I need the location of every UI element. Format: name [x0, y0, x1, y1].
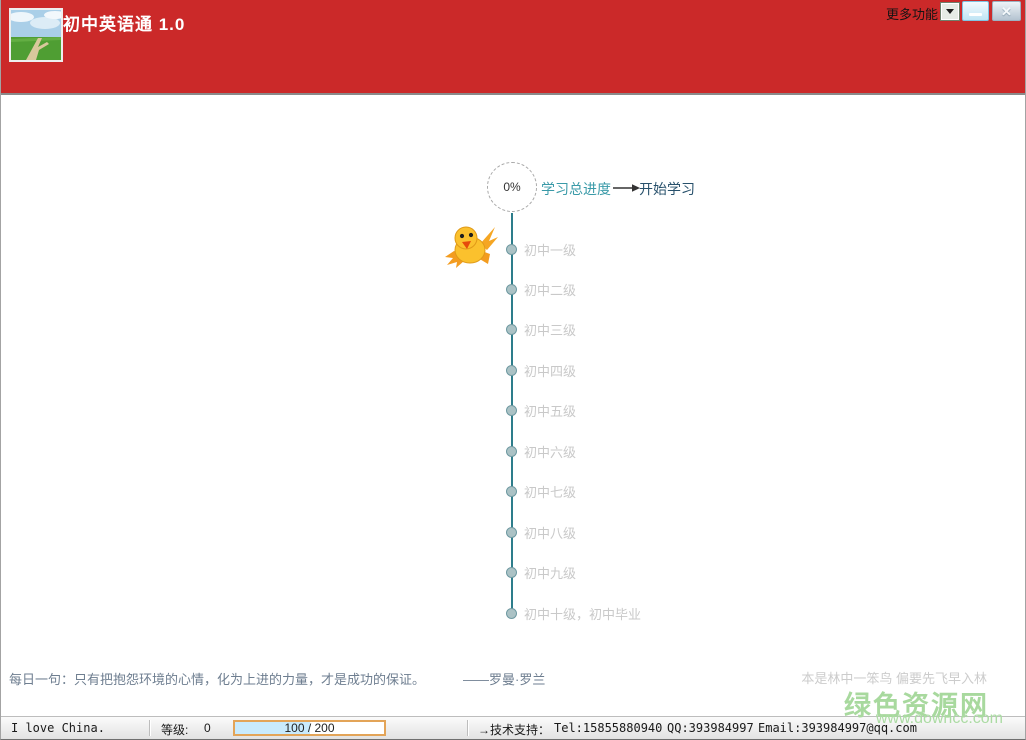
level-dot-icon	[506, 365, 517, 376]
timeline-level-item[interactable]: 初中九级	[506, 565, 576, 581]
experience-progress-bar: 100 / 200	[233, 720, 386, 736]
close-icon: ✕	[1001, 5, 1012, 18]
chick-icon	[443, 224, 501, 269]
level-label: 初中六级	[524, 442, 576, 461]
timeline-level-item[interactable]: 初中五级	[506, 403, 576, 419]
timeline-level-item[interactable]: 初中六级	[506, 443, 576, 459]
level-value: 0	[204, 721, 211, 735]
timeline-level-item[interactable]: 初中八级	[506, 524, 576, 540]
statusbar-divider	[467, 720, 469, 736]
level-label: 初中八级	[524, 523, 576, 542]
daily-quote-prefix: 每日一句：	[9, 672, 74, 687]
more-features-dropdown-button[interactable]	[940, 2, 960, 21]
more-features-label: 更多功能	[886, 4, 938, 23]
level-dot-icon	[506, 244, 517, 255]
level-label: 初中四级	[524, 361, 576, 380]
app-window: 初中英语通 1.0 更多功能 ✕ 0% 学习总进度 开始学习	[0, 0, 1026, 740]
level-dot-icon	[506, 324, 517, 335]
tech-support-label: →技术支持：	[478, 721, 550, 738]
level-dot-icon	[506, 284, 517, 295]
motto-text: I love China.	[11, 721, 105, 735]
level-dot-icon	[506, 405, 517, 416]
arrow-right-icon	[613, 183, 640, 193]
experience-progress-text: 100 / 200	[235, 722, 384, 734]
level-dot-icon	[506, 608, 517, 619]
minimize-icon	[969, 13, 982, 16]
timeline-level-item[interactable]: 初中十级，初中毕业	[506, 605, 641, 621]
duck-mascot	[443, 224, 501, 269]
level-dot-icon	[506, 527, 517, 538]
tech-support-qq: QQ:393984997	[667, 721, 754, 735]
level-label: 初中九级	[524, 563, 576, 582]
daily-quote: 每日一句：只有把抱怨环境的心情，化为上进的力量，才是成功的保证。 ——罗曼·罗兰	[9, 669, 545, 688]
level-label: 初中一级	[524, 240, 576, 259]
app-logo	[9, 8, 63, 62]
level-label: 初中十级，初中毕业	[524, 604, 641, 623]
daily-quote-text: 只有把抱怨环境的心情，化为上进的力量，才是成功的保证。	[74, 672, 425, 687]
progress-circle: 0%	[487, 162, 537, 212]
timeline-level-item[interactable]: 初中一级	[506, 241, 576, 257]
level-label: 初中七级	[524, 482, 576, 501]
timeline-level-item[interactable]: 初中四级	[506, 362, 576, 378]
level-caption: 等级:	[161, 721, 188, 738]
level-label: 初中二级	[524, 280, 576, 299]
watermark-site-url: www.downcc.com	[876, 710, 1003, 728]
tech-support-tel: Tel:15855880940	[554, 721, 662, 735]
timeline-level-item[interactable]: 初中七级	[506, 484, 576, 500]
level-dot-icon	[506, 567, 517, 578]
level-dot-icon	[506, 486, 517, 497]
title-bar: 初中英语通 1.0 更多功能 ✕	[1, 0, 1025, 95]
start-learning-link[interactable]: 开始学习	[639, 179, 695, 199]
level-label: 初中三级	[524, 320, 576, 339]
statusbar-divider	[149, 720, 151, 736]
chevron-down-icon	[946, 9, 954, 14]
level-dot-icon	[506, 446, 517, 457]
close-button[interactable]: ✕	[992, 1, 1021, 21]
level-label: 初中五级	[524, 401, 576, 420]
timeline-level-item[interactable]: 初中三级	[506, 322, 576, 338]
daily-quote-author: ——罗曼·罗兰	[463, 672, 545, 687]
app-title: 初中英语通 1.0	[63, 10, 185, 35]
minimize-button[interactable]	[962, 1, 989, 21]
landscape-logo-image	[11, 10, 61, 60]
total-progress-label: 学习总进度	[541, 179, 611, 199]
timeline-level-item[interactable]: 初中二级	[506, 281, 576, 297]
progress-percent: 0%	[503, 180, 520, 194]
